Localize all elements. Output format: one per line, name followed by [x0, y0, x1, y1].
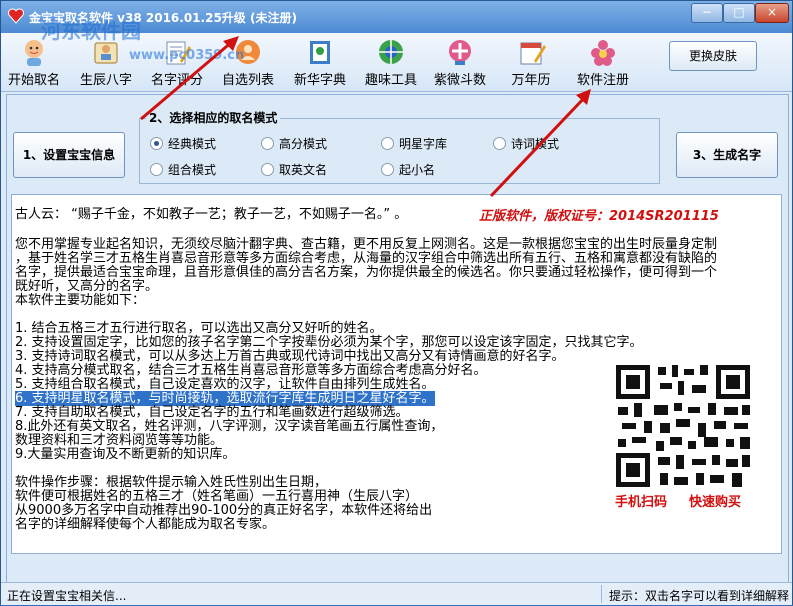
status-divider — [601, 585, 602, 603]
dictionary-icon — [310, 41, 330, 64]
status-bar: 正在设置宝宝相关信... 提示：双击名字可以看到详细解释 — [1, 582, 792, 605]
flower-icon — [591, 40, 615, 66]
toolbar-ziwei[interactable]: 紫微斗数 — [429, 35, 491, 89]
toolbar-label: 软件注册 — [576, 73, 629, 88]
radio-label: 组合模式 — [168, 163, 217, 177]
radio-nickname[interactable]: 起小名 — [381, 161, 435, 178]
intro-line: 本软件主要功能如下： — [15, 293, 146, 308]
feature-line: 4. 支持高分模式取名，结合三才五格生肖喜忌音形意等多方面综合考虑高分好名。 — [15, 363, 487, 378]
radio-star-library[interactable]: 明星字库 — [381, 135, 447, 152]
steps-line: 软件操作步骤：根据软件提示输入姓氏性别出生日期， — [15, 475, 328, 490]
feature-line: 1. 结合五格三才五行进行取名，可以选出又高分又好听的姓名。 — [15, 321, 383, 336]
radio-dot — [261, 137, 274, 150]
radio-poetry-mode[interactable]: 诗词模式 — [493, 135, 559, 152]
steps-line: 名字的详细解释使每个人都能成为取名专家。 — [15, 517, 276, 532]
toolbar-label: 开始取名 — [7, 73, 60, 88]
toolbar-label: 名字评分 — [150, 73, 203, 88]
set-baby-info-button[interactable]: 1、设置宝宝信息 — [13, 132, 125, 178]
close-button[interactable]: × — [755, 3, 789, 23]
qr-caption-buy: 快速购买 — [689, 495, 742, 510]
radio-english-name[interactable]: 取英文名 — [261, 161, 327, 178]
intro-line: 既好听，又高分的名字。 — [15, 279, 159, 294]
radio-dot — [261, 163, 274, 176]
radio-classic-mode[interactable]: 经典模式 — [150, 135, 216, 152]
tools-icon — [379, 40, 403, 64]
toolbar-label: 趣味工具 — [364, 73, 417, 88]
radio-label: 起小名 — [399, 163, 436, 177]
status-left: 正在设置宝宝相关信... — [7, 589, 127, 603]
qr-code-image[interactable] — [614, 363, 752, 489]
status-hint: 提示：双击名字可以看到详细解释 — [609, 589, 790, 603]
feature-line: 数理资料和三才资料阅览等等功能。 — [15, 433, 224, 448]
feature-line: 7. 支持自助取名模式，自己设定名字的五行和笔画数进行超级筛选。 — [15, 405, 409, 420]
radio-dot — [150, 163, 163, 176]
radio-dot — [381, 163, 394, 176]
toolbar-label: 新华字典 — [293, 73, 346, 88]
mode-group-title: 2、选择相应的取名模式 — [146, 109, 281, 126]
license-notice: 正版软件，版权证号：2014SR201115 — [479, 209, 719, 224]
radio-dot — [150, 137, 163, 150]
toolbar-label: 自选列表 — [221, 73, 274, 88]
toolbar-label: 万年历 — [511, 73, 551, 88]
watermark-url: www.pc0359.cn — [129, 48, 245, 63]
calendar-icon — [520, 42, 546, 65]
intro-line: 名字，提供最适合宝宝命理，且音形意俱佳的高分吉名方案，为你提供最全的候选名。你只… — [15, 265, 718, 280]
toolbar-fun-tools[interactable]: 趣味工具 — [360, 35, 422, 89]
radio-dot — [381, 137, 394, 150]
toolbar-dictionary[interactable]: 新华字典 — [289, 35, 351, 89]
toolbar-label: 生辰八字 — [79, 73, 132, 88]
radio-label: 经典模式 — [168, 137, 217, 151]
radio-label: 高分模式 — [279, 137, 328, 151]
maximize-button[interactable]: □ — [723, 3, 755, 23]
steps-line: 从9000多万名字中自动推荐出90-100分的真正好名字，本软件还将给出 — [15, 503, 433, 518]
minimize-button[interactable]: − — [691, 3, 723, 23]
toolbar-register[interactable]: 软件注册 — [571, 35, 635, 89]
app-window: 金宝宝取名软件 v38 2016.01.25升级 (未注册) − □ × 开始取… — [0, 0, 793, 605]
radio-label: 明星字库 — [399, 137, 448, 151]
radio-dot — [493, 137, 506, 150]
quote-line: 古人云： “赐子千金，不如教子一艺；教子一艺，不如赐子一名。” 。 — [15, 207, 408, 222]
radio-label: 诗词模式 — [511, 137, 560, 151]
radio-label: 取英文名 — [279, 163, 328, 177]
generate-names-button[interactable]: 3、生成名字 — [676, 132, 778, 178]
change-skin-button[interactable]: 更换皮肤 — [669, 41, 757, 71]
feature-line: 3. 支持诗词取名模式，可以从多达上万首古典或现代诗词中找出又高分又有诗情画意的… — [15, 349, 565, 364]
watermark-text: 河东软件园 — [41, 19, 141, 43]
radio-highscore-mode[interactable]: 高分模式 — [261, 135, 327, 152]
app-heart-icon — [8, 8, 24, 24]
feature-line: 5. 支持组合取名模式，自己设定喜欢的汉字，让软件自由排列生成姓名。 — [15, 377, 435, 392]
feature-line: 2. 支持设置固定字，比如您的孩子名字第二个字按辈份必须为某个字，那您可以设定该… — [15, 335, 643, 350]
toolbar-label: 紫微斗数 — [433, 73, 486, 88]
qr-caption-scan: 手机扫码 — [615, 495, 668, 510]
intro-line: ，基于姓名学三才五格生肖喜忌音形意等多方面综合考虑，从海量的汉字组合中筛选出所有… — [15, 251, 718, 266]
radio-combo-mode[interactable]: 组合模式 — [150, 161, 216, 178]
feature-line: 8.此外还有英文取名，姓名评测，八字评测，汉字读音笔画五行属性查询， — [15, 419, 444, 434]
toolbar-calendar[interactable]: 万年历 — [500, 35, 562, 89]
feature-line-selected: 6. 支持明星取名模式，与时尚接轨，选取流行字库生成明日之星好名字。 — [15, 391, 435, 406]
star-chart-icon — [449, 40, 471, 65]
intro-line: 您不用掌握专业起名知识，无须绞尽脑汁翻字典、查古籍，更不用反复上网测名。这是一款… — [15, 237, 718, 252]
feature-line: 9.大量实用查询及不断更新的知识库。 — [15, 447, 236, 462]
steps-line: 软件便可根据姓名的五格三才（姓名笔画）一五行喜用神（生辰八字） — [15, 489, 419, 504]
